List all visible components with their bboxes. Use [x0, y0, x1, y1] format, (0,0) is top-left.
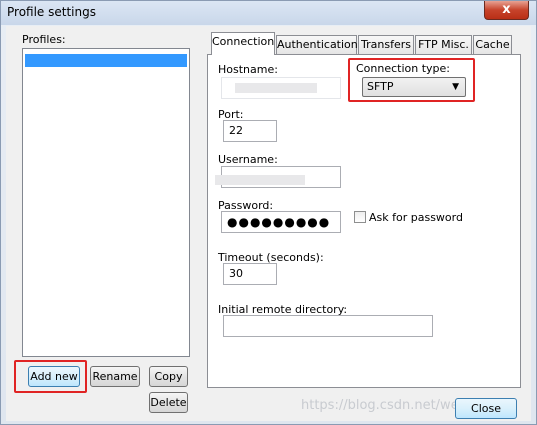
close-window-icon[interactable]: x — [484, 1, 529, 20]
username-label: Username: — [218, 153, 278, 166]
profile-list-item-selected[interactable] — [25, 54, 187, 67]
hostname-label: Hostname: — [218, 63, 278, 76]
highlight-add-new — [14, 360, 87, 393]
initial-remote-directory-input[interactable] — [223, 315, 433, 337]
profiles-list[interactable] — [22, 48, 190, 357]
ask-for-password-label[interactable]: Ask for password — [369, 211, 463, 224]
tab-ftp-misc[interactable]: FTP Misc. — [415, 35, 472, 55]
window-title: Profile settings — [7, 5, 96, 19]
port-input[interactable]: 22 — [223, 120, 277, 142]
username-redacted — [215, 175, 305, 185]
tab-cache[interactable]: Cache — [473, 35, 512, 55]
rename-button[interactable]: Rename — [90, 366, 140, 387]
tab-connection[interactable]: Connection — [211, 32, 275, 55]
timeout-input[interactable]: 30 — [223, 263, 277, 285]
profile-settings-window: Profile settings x Profiles: Add new Ren… — [0, 0, 537, 425]
password-masked-value: ●●●●●●●●● — [227, 215, 331, 229]
close-button[interactable]: Close — [455, 398, 517, 419]
copy-button[interactable]: Copy — [149, 366, 188, 387]
password-input[interactable]: ●●●●●●●●● — [221, 211, 341, 233]
tab-authentication[interactable]: Authentication — [276, 35, 358, 55]
title-bar[interactable]: Profile settings x — [1, 1, 536, 25]
profiles-label: Profiles: — [22, 33, 66, 46]
delete-button[interactable]: Delete — [149, 392, 188, 413]
hostname-redacted — [235, 83, 317, 93]
tab-transfers[interactable]: Transfers — [358, 35, 414, 55]
highlight-connection-type — [348, 58, 475, 102]
ask-for-password-checkbox[interactable] — [354, 211, 366, 223]
